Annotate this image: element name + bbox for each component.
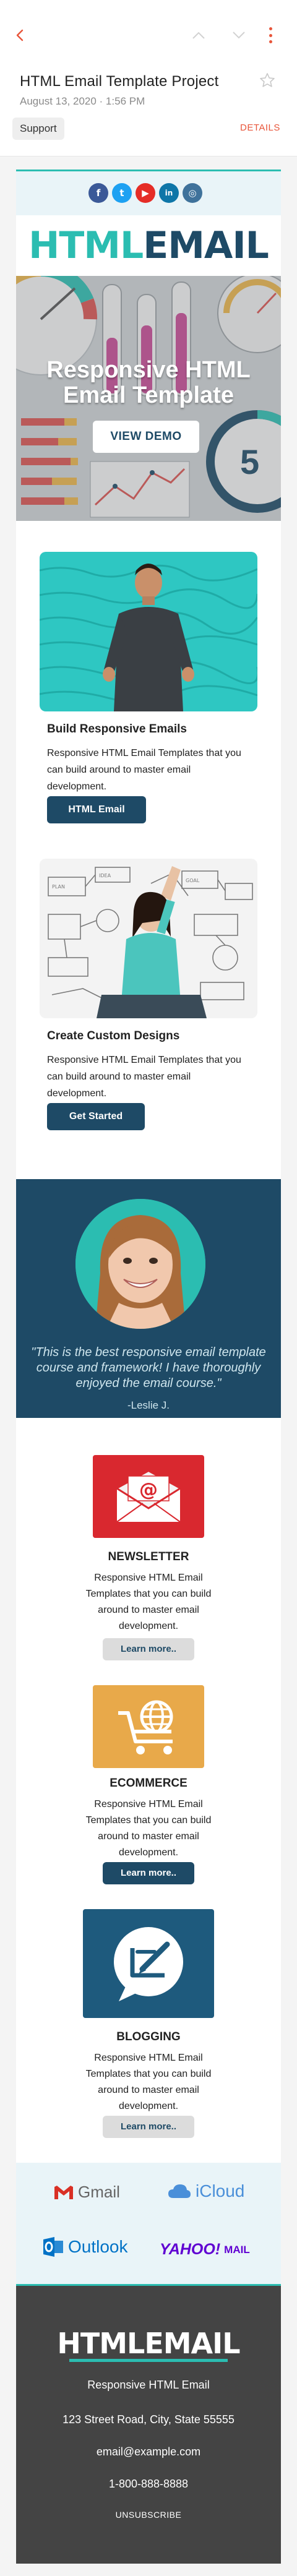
testimonial-author: -Leslie J. <box>127 1399 170 1411</box>
hero-title: Responsive HTML Email Template <box>46 357 251 409</box>
testimonial-section: "This is the best responsive email templ… <box>16 1179 281 1418</box>
feature-card: Build Responsive Emails Responsive HTML … <box>40 552 257 823</box>
label-chip-support[interactable]: Support <box>12 118 64 140</box>
svg-text:IDEA: IDEA <box>99 873 111 878</box>
more-options-icon[interactable] <box>267 27 273 43</box>
footer-phone: 1-800-888-8888 <box>108 2478 189 2490</box>
email-footer: HTMLEMAIL Responsive HTML Email 123 Stre… <box>16 2284 281 2564</box>
testimonial-quote: "This is the best responsive email templ… <box>31 1346 266 1390</box>
email-subject: HTML Email Template Project <box>20 73 219 90</box>
outlook-label: Outlook <box>68 2237 128 2256</box>
card-image-woman: PLAN IDEA GOAL <box>40 859 257 1018</box>
feature-title: NEWSLETTER <box>108 1550 189 1563</box>
email-date: August 13, 2020 · 1:56 PM <box>20 95 145 107</box>
svg-text:PLAN: PLAN <box>52 884 65 890</box>
feature-text: Responsive HTML Email Templates that you… <box>85 1799 212 1858</box>
unsubscribe-link[interactable]: UNSUBSCRIBE <box>16 2510 281 2520</box>
svg-text:@: @ <box>139 1479 158 1501</box>
email-body: f t ▶ in ◎ HTMLEMAIL 5 Responsive HTML E… <box>16 170 281 2564</box>
facebook-icon[interactable]: f <box>88 183 108 203</box>
card-text: Responsive HTML Email Templates that you… <box>47 1055 241 1099</box>
view-demo-button[interactable]: VIEW DEMO <box>93 421 199 453</box>
footer-email-link[interactable]: email@example.com <box>16 2445 281 2458</box>
card-title: Build Responsive Emails <box>47 723 187 736</box>
card-image-man <box>40 552 257 711</box>
gmail-label: Gmail <box>78 2183 120 2201</box>
gmail-logo: Gmail <box>53 2183 120 2202</box>
feature-title: ECOMMERCE <box>110 1777 187 1790</box>
gmail-icon <box>54 2185 73 2199</box>
brand-part-email: EMAIL <box>143 224 269 267</box>
footer-brand-underline <box>69 2359 228 2362</box>
footer-address: 123 Street Road, City, State 55555 <box>62 2413 235 2426</box>
outlook-icon <box>43 2237 63 2257</box>
brand-part-html: HTML <box>28 224 144 267</box>
outlook-logo: Outlook <box>43 2237 128 2257</box>
back-arrow-icon[interactable] <box>14 28 27 42</box>
html-email-button[interactable]: HTML Email <box>47 796 146 823</box>
feature-text: Responsive HTML Email Templates that you… <box>85 2053 212 2111</box>
feature-title: BLOGGING <box>116 2030 181 2043</box>
footer-brand-logo[interactable]: HTMLEMAIL <box>16 2327 281 2360</box>
get-started-button[interactable]: Get Started <box>47 1103 145 1130</box>
feature-card: PLAN IDEA GOAL Create Custom Designs Respo… <box>40 859 257 1130</box>
hero-banner: 5 Responsive HTML Email Template VIEW DE… <box>16 276 281 521</box>
email-clients-bar: Gmail iCloud Outlook YAHOO! MAIL <box>16 2163 281 2284</box>
details-link[interactable]: DETAILS <box>240 122 280 133</box>
card-title: Create Custom Designs <box>47 1029 180 1042</box>
chevron-up-icon[interactable] <box>192 31 205 40</box>
brand-header: HTMLEMAIL <box>16 215 281 276</box>
blog-chat-icon <box>83 1909 214 2018</box>
learn-more-button[interactable]: Learn more.. <box>103 2116 194 2138</box>
learn-more-button[interactable]: Learn more.. <box>103 1638 194 1660</box>
footer-tagline: Responsive HTML Email <box>87 2379 210 2391</box>
chevron-down-icon[interactable] <box>232 31 246 40</box>
svg-text:GOAL: GOAL <box>186 878 200 883</box>
social-bar: f t ▶ in ◎ <box>16 170 281 215</box>
icloud-logo: iCloud <box>167 2181 244 2201</box>
yahoo-mail-suffix: MAIL <box>224 2243 250 2256</box>
app-header <box>0 0 297 68</box>
linkedin-icon[interactable]: in <box>159 183 179 203</box>
feature-text: Responsive HTML Email Templates that you… <box>85 1573 212 1631</box>
testimonial-avatar <box>75 1199 205 1329</box>
icloud-label: iCloud <box>196 2181 245 2200</box>
cloud-icon <box>168 2184 191 2198</box>
star-icon[interactable] <box>259 72 276 89</box>
yahoo-mail-logo: YAHOO! MAIL <box>160 2241 250 2259</box>
yahoo-label: YAHOO! <box>160 2241 221 2258</box>
shopping-cart-globe-icon <box>93 1685 204 1768</box>
twitter-icon[interactable]: t <box>112 183 132 203</box>
instagram-icon[interactable]: ◎ <box>183 183 202 203</box>
learn-more-button[interactable]: Learn more.. <box>103 1862 194 1884</box>
youtube-icon[interactable]: ▶ <box>136 183 155 203</box>
brand-logo[interactable]: HTMLEMAIL <box>16 224 281 267</box>
card-text: Responsive HTML Email Templates that you… <box>47 748 241 792</box>
envelope-icon: @ <box>93 1455 204 1538</box>
